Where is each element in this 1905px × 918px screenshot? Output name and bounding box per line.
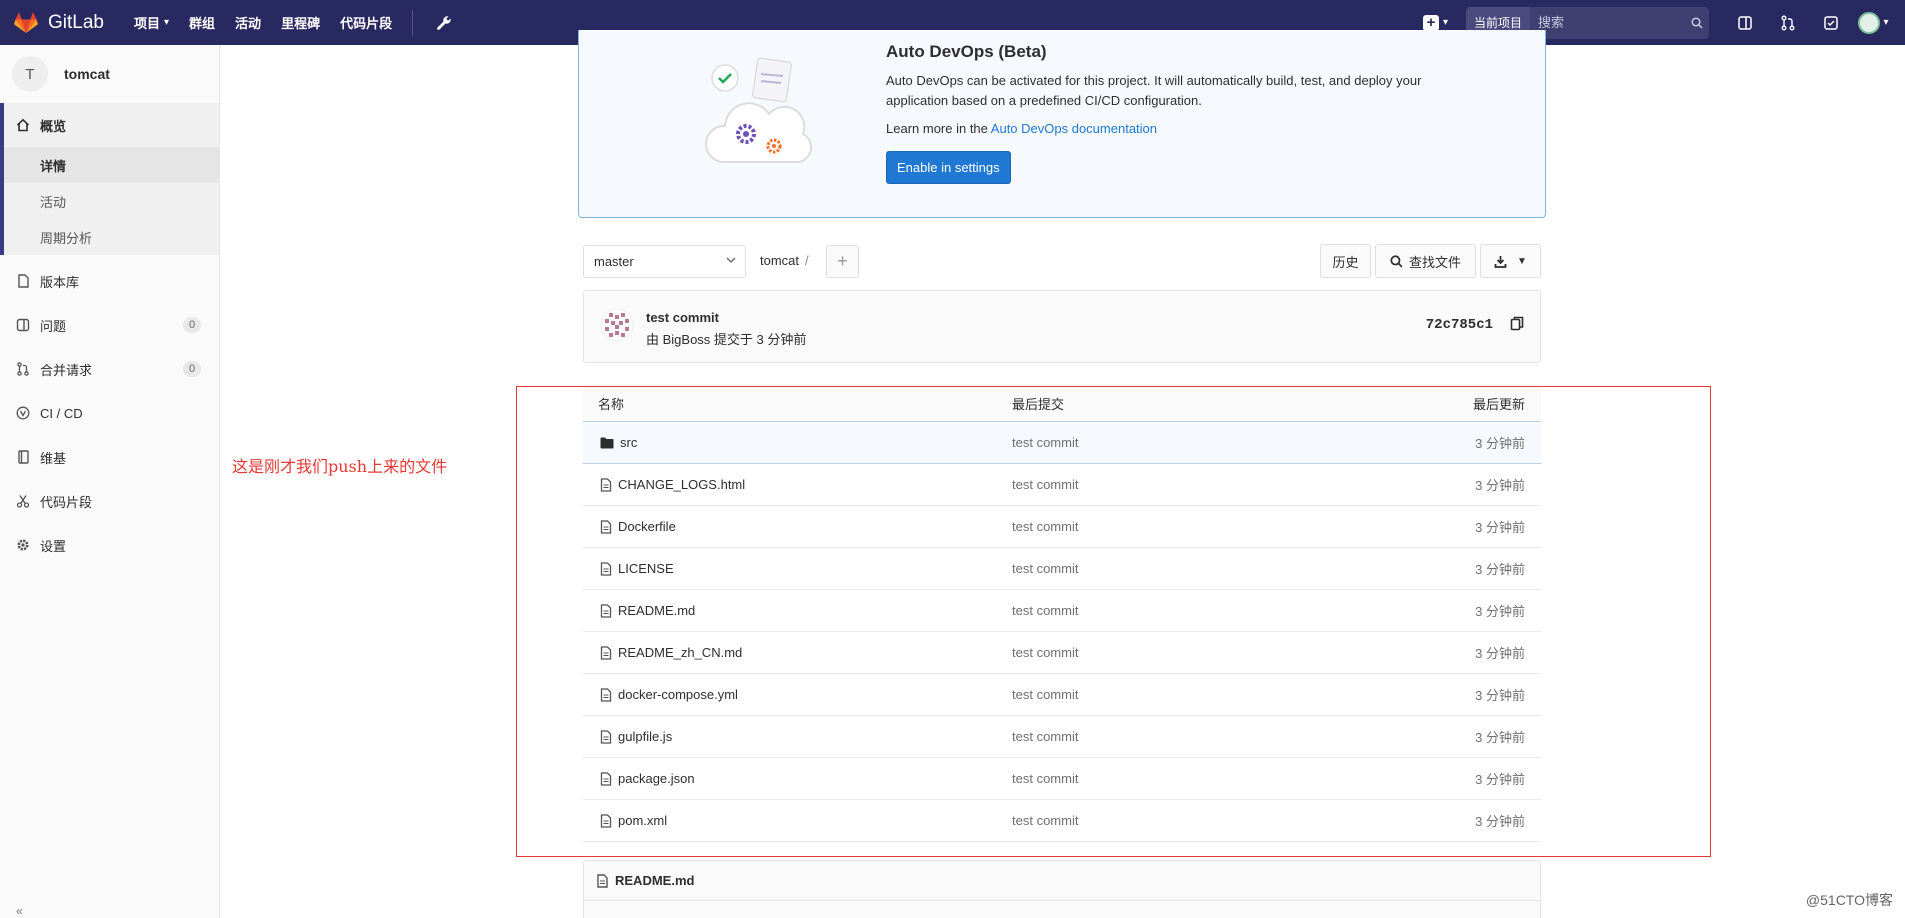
commit-sha[interactable]: 72c785c1 <box>1426 317 1493 333</box>
user-avatar-menu[interactable]: ▾ <box>1852 0 1895 45</box>
commit-title-link[interactable]: test commit <box>646 310 719 325</box>
scissors-icon <box>16 494 30 508</box>
project-name: tomcat <box>64 66 110 82</box>
admin-wrench-icon[interactable] <box>433 12 455 34</box>
brand-name: GitLab <box>48 11 104 33</box>
gitlab-tanuki-icon <box>14 11 38 33</box>
sidebar-item-label: 维基 <box>40 450 67 466</box>
sidebar-subitem-details[interactable]: 详情 <box>4 147 219 183</box>
breadcrumb: tomcat / <box>760 253 809 268</box>
nav-projects[interactable]: 项目 ▾ <box>134 13 169 32</box>
download-icon <box>1494 255 1507 268</box>
gear-icon <box>16 538 30 552</box>
file-icon <box>597 873 608 888</box>
sidebar-item-settings[interactable]: 设置 <box>0 523 219 567</box>
banner-description: Auto DevOps can be activated for this pr… <box>886 73 1422 108</box>
plus-icon: + <box>837 251 848 271</box>
banner-learn-more: Learn more in the Auto DevOps documentat… <box>886 121 1157 136</box>
chevron-down-icon: ▾ <box>1442 17 1448 28</box>
find-file-button[interactable]: 查找文件 <box>1375 244 1476 278</box>
auto-devops-docs-link[interactable]: Auto DevOps documentation <box>991 121 1157 136</box>
sidebar-item-wiki[interactable]: 维基 <box>0 435 219 479</box>
add-file-button[interactable]: + <box>826 245 859 278</box>
banner-title: Auto DevOps (Beta) <box>886 42 1047 61</box>
project-avatar: T <box>12 56 48 92</box>
nav-groups[interactable]: 群组 <box>189 13 215 32</box>
annotation-highlight-box <box>516 386 1711 857</box>
sidebar-item-label: 代码片段 <box>40 494 93 510</box>
new-item-button[interactable]: + ▾ <box>1422 14 1448 31</box>
annotation-note: 这是刚才我们push上来的文件 <box>232 457 448 476</box>
branch-name: master <box>594 254 634 269</box>
sidebar-item-label: 问题 <box>40 318 67 334</box>
sidebar-item-repository[interactable]: 版本库 <box>0 259 219 303</box>
sidebar-item-issues[interactable]: 问题 0 <box>0 303 219 347</box>
readme-panel: README.md <box>583 860 1541 918</box>
sidebar-item-label: 合并请求 <box>40 362 93 378</box>
learn-more-prefix: Learn more in the <box>886 121 991 136</box>
find-file-label: 查找文件 <box>1408 254 1461 270</box>
nav-snippets[interactable]: 代码片段 <box>340 13 392 32</box>
issues-icon[interactable] <box>1723 0 1766 45</box>
breadcrumb-root[interactable]: tomcat <box>760 253 799 268</box>
copy-icon[interactable] <box>1510 316 1524 334</box>
sidebar-item-label: 设置 <box>40 538 67 554</box>
readme-title[interactable]: README.md <box>615 873 694 888</box>
todo-check-icon[interactable] <box>1809 0 1852 45</box>
auto-devops-illustration-icon <box>704 57 813 163</box>
sidebar-item-snippets[interactable]: 代码片段 <box>0 479 219 523</box>
history-button[interactable]: 历史 <box>1320 244 1371 278</box>
plus-icon: + <box>1422 14 1439 31</box>
caret-down-icon: ▼ <box>1517 255 1527 267</box>
sidebar-subitem-cycle-analytics[interactable]: 周期分析 <box>4 219 219 255</box>
sidebar-item-label: 版本库 <box>40 274 80 290</box>
readme-header: README.md <box>584 861 1540 901</box>
sidebar-item-merge-requests[interactable]: 合并请求 0 <box>0 347 219 391</box>
merge-requests-count-badge: 0 <box>183 361 201 377</box>
avatar <box>1858 11 1881 34</box>
avatar[interactable] <box>600 308 634 342</box>
branch-dropdown[interactable]: master <box>583 245 746 278</box>
issues-icon <box>16 318 30 332</box>
sidebar-item-ci-cd[interactable]: CI / CD <box>0 391 219 435</box>
gitlab-logo[interactable]: GitLab <box>14 0 104 45</box>
search-input[interactable] <box>1530 6 1685 39</box>
sidebar-subitem-activity[interactable]: 活动 <box>4 183 219 219</box>
download-dropdown-button[interactable]: ▼ <box>1480 244 1541 278</box>
merge-request-icon <box>16 362 30 376</box>
nav-activity[interactable]: 活动 <box>235 13 261 32</box>
chevron-down-icon: ▾ <box>164 17 170 28</box>
doc-icon <box>16 274 30 288</box>
sidebar-item-label: CI / CD <box>40 405 83 421</box>
search-icon[interactable] <box>1685 6 1709 39</box>
home-icon <box>16 118 30 132</box>
sidebar-item-overview[interactable]: 概览 <box>4 103 219 147</box>
auto-devops-banner: Auto DevOps (Beta) Auto DevOps can be ac… <box>578 30 1546 218</box>
search-icon <box>1390 254 1403 268</box>
chevron-down-icon <box>725 254 737 269</box>
chevron-down-icon: ▾ <box>1883 17 1889 28</box>
last-commit-panel: test commit 由 BigBoss 提交于 3 分钟前 72c785c1 <box>583 290 1541 363</box>
merge-request-icon[interactable] <box>1766 0 1809 45</box>
issues-count-badge: 0 <box>183 317 201 333</box>
breadcrumb-separator: / <box>805 253 809 268</box>
book-icon <box>16 450 30 464</box>
nav-milestones[interactable]: 里程碑 <box>281 13 320 32</box>
ci-cd-icon <box>16 406 30 420</box>
watermark: @51CTO博客 <box>1805 892 1893 908</box>
enable-in-settings-button[interactable]: Enable in settings <box>886 151 1011 184</box>
sidebar-item-label: 概览 <box>40 118 67 134</box>
commit-author-time: 由 BigBoss 提交于 3 分钟前 <box>646 332 807 347</box>
sidebar-overview-group: 概览 详情 活动 周期分析 <box>0 103 219 255</box>
project-sidebar: T tomcat 概览 详情 活动 周期分析 版本库 问题 0 合并请求 0 C… <box>0 45 220 918</box>
collapse-sidebar-icon[interactable]: « <box>16 904 23 918</box>
nav-divider <box>412 9 414 36</box>
nav-projects-label: 项目 <box>133 16 160 31</box>
sidebar-project-header[interactable]: T tomcat <box>0 45 219 103</box>
